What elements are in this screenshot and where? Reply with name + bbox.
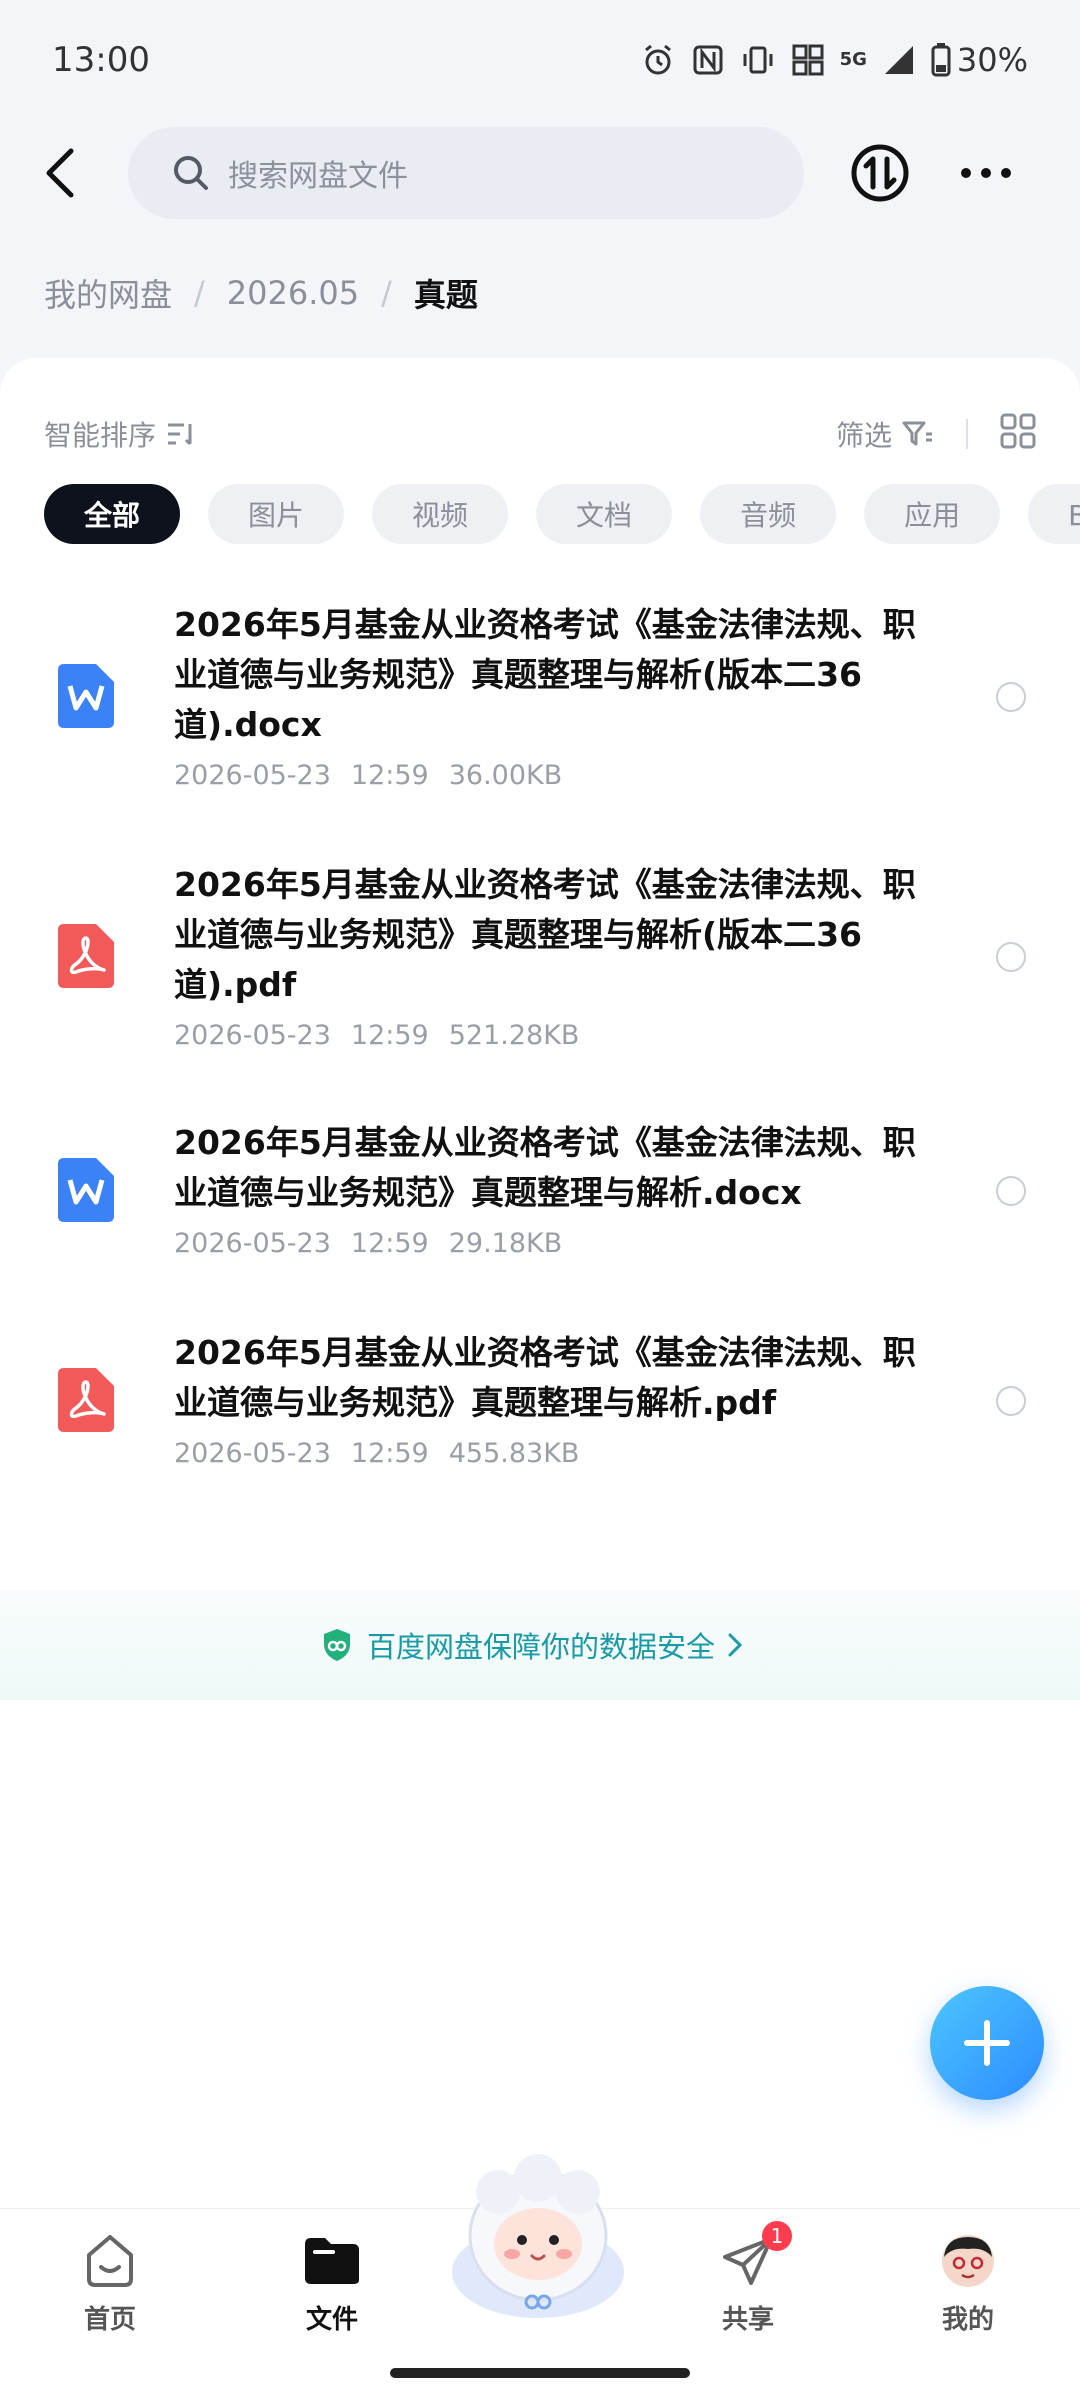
chip-all[interactable]: 全部 [44,484,181,544]
file-row[interactable]: 2026年5月基金从业资格考试《基金法律法规、职业道德与业务规范》真题整理与解析… [0,850,1080,1060]
file-size: 29.18KB [448,1228,563,1259]
grid-view-icon [1000,413,1036,448]
breadcrumb-separator: / [381,274,392,312]
breadcrumb-current: 真题 [413,276,478,314]
file-name: 2026年5月基金从业资格考试《基金法律法规、职业道德与业务规范》真题整理与解析… [174,1333,916,1422]
more-dots-icon [961,168,1011,178]
file-name: 2026年5月基金从业资格考试《基金法律法规、职业道德与业务规范》真题整理与解析… [174,865,916,1004]
select-radio[interactable] [996,1386,1026,1416]
search-icon [174,156,208,190]
select-radio[interactable] [996,1176,1026,1206]
file-size: 455.83KB [448,1438,580,1469]
breadcrumb-root[interactable]: 我的网盘 [44,270,172,316]
transfer-icon [851,144,909,202]
file-size: 521.28KB [448,1020,580,1051]
pdf-icon [58,924,114,988]
select-radio[interactable] [996,682,1026,712]
tab-files-label: 文件 [305,2305,358,2335]
chip-audio[interactable]: 音频 [700,484,837,544]
breadcrumb-folder[interactable]: 2026.05 [227,274,359,312]
file-name: 2026年5月基金从业资格考试《基金法律法规、职业道德与业务规范》真题整理与解析… [174,605,916,744]
tab-home[interactable]: 首页 [40,2229,180,2349]
chip-images[interactable]: 图片 [208,484,345,544]
file-name: 2026年5月基金从业资格考试《基金法律法规、职业道德与业务规范》真题整理与解析… [174,1123,916,1212]
mascot-assistant-icon[interactable] [448,2152,628,2332]
transfer-button[interactable] [848,141,912,205]
tab-me[interactable]: 我的 [898,2229,1038,2349]
sort-icon [168,423,192,446]
file-size: 36.00KB [448,760,563,791]
search-placeholder: 搜索网盘文件 [228,159,408,194]
file-row[interactable]: 2026年5月基金从业资格考试《基金法律法规、职业道德与业务规范》真题整理与解析… [0,590,1080,800]
select-radio[interactable] [996,942,1026,972]
divider [966,419,968,449]
sort-right: 筛选 [836,413,1036,456]
add-button[interactable] [930,1986,1044,2100]
more-button[interactable] [956,141,1016,205]
share-badge: 1 [762,2221,792,2251]
security-text: 百度网盘保障你的数据安全 [366,1630,715,1664]
file-meta: 2026-05-23 12:59 36.00KB [174,760,582,791]
tab-share-label: 共享 [721,2305,774,2335]
top-bar: 搜索网盘文件 [0,125,1080,221]
folder-icon [300,2229,364,2293]
file-meta: 2026-05-23 12:59 29.18KB [174,1228,582,1259]
file-row[interactable]: 2026年5月基金从业资格考试《基金法律法规、职业道德与业务规范》真题整理与解析… [0,1320,1080,1480]
battery-level: 30% [956,41,1028,79]
pdf-icon [58,1368,114,1432]
file-meta: 2026-05-23 12:59 521.28KB [174,1020,599,1051]
word-doc-icon [58,1158,114,1222]
status-icons: 5G 30% [640,41,1028,79]
alarm-icon [640,42,676,78]
nfc-icon [690,42,726,78]
file-date: 2026-05-23 [174,760,331,791]
file-date: 2026-05-23 [174,1020,331,1051]
chip-videos[interactable]: 视频 [372,484,509,544]
sort-row: 智能排序 筛选 [44,404,1036,464]
filter-button[interactable]: 筛选 [836,414,934,454]
file-row[interactable]: 2026年5月基金从业资格考试《基金法律法规、职业道德与业务规范》真题整理与解析… [0,1110,1080,1270]
tab-files[interactable]: 文件 [262,2229,402,2349]
chevron-right-icon [728,1633,743,1657]
signal-icon [881,42,917,78]
breadcrumb-separator: / [194,274,205,312]
vibrate-icon [740,42,776,78]
back-button[interactable] [30,143,90,203]
chip-bt[interactable]: BT种子 [1028,484,1080,544]
security-banner[interactable]: 百度网盘保障你的数据安全 [0,1590,1080,1700]
word-doc-icon [58,664,114,728]
file-date: 2026-05-23 [174,1228,331,1259]
home-indicator [390,2368,690,2378]
file-time: 12:59 [350,760,429,791]
tab-me-label: 我的 [941,2305,994,2335]
chip-apps[interactable]: 应用 [864,484,1001,544]
shield-icon [323,1629,350,1661]
sort-label: 智能排序 [44,419,157,452]
sort-button[interactable]: 智能排序 [44,414,196,454]
chip-documents[interactable]: 文档 [536,484,673,544]
hd-icon [790,42,826,78]
status-bar: 13:00 5G 30% [0,0,1080,120]
file-meta: 2026-05-23 12:59 455.83KB [174,1438,599,1469]
status-time: 13:00 [52,40,150,80]
grid-view-button[interactable] [1000,413,1036,456]
home-icon [78,2229,142,2293]
file-time: 12:59 [350,1438,429,1469]
file-date: 2026-05-23 [174,1438,331,1469]
back-arrow-icon [46,148,74,198]
breadcrumb: 我的网盘 / 2026.05 / 真题 [44,270,478,316]
plus-icon [964,2020,1010,2066]
battery-icon [931,43,951,77]
tab-home-label: 首页 [83,2305,136,2335]
search-input[interactable]: 搜索网盘文件 [128,127,804,219]
avatar [936,2229,1000,2293]
battery: 30% [931,41,1028,79]
network-label: 5G [839,49,867,70]
file-time: 12:59 [350,1020,429,1051]
category-chips: 全部 图片 视频 文档 音频 应用 BT种子 其 [44,484,1080,546]
filter-label: 筛选 [835,419,892,452]
filter-icon [902,421,932,446]
tab-share[interactable]: 1 共享 [678,2221,818,2349]
file-time: 12:59 [350,1228,429,1259]
